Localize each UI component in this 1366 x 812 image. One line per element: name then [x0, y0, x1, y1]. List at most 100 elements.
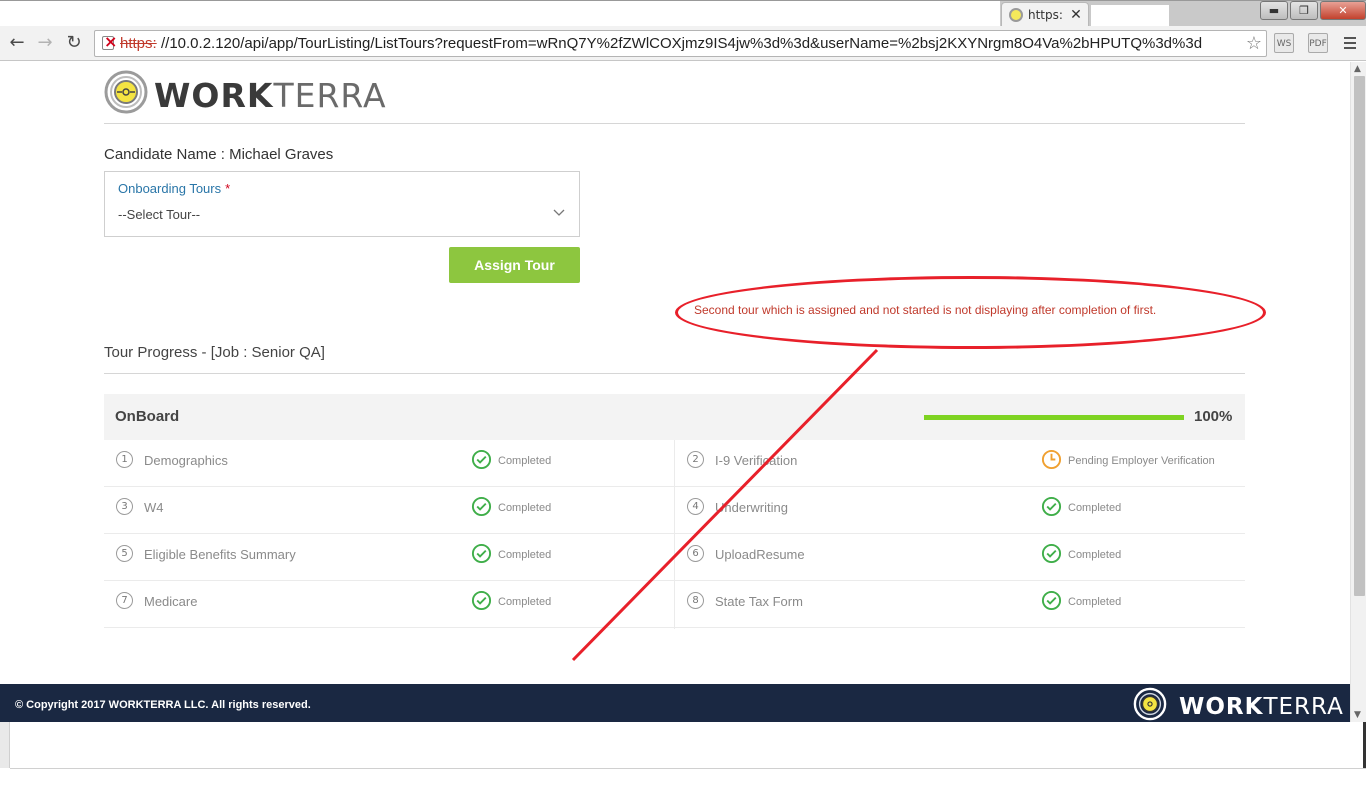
browser-menu-icon[interactable]	[1338, 31, 1362, 55]
tour-select-value[interactable]: --Select Tour--	[118, 207, 568, 227]
step-name[interactable]: Medicare	[144, 594, 197, 609]
menu-bar-line	[1344, 42, 1356, 44]
clock-icon	[1041, 449, 1062, 470]
chevron-down-icon[interactable]	[552, 205, 566, 219]
step-status: Completed	[498, 549, 552, 561]
copyright-text: © Copyright 2017 WORKTERRA LLC. All righ…	[15, 699, 311, 711]
page-scrollbar[interactable]: ▲ ▼	[1350, 62, 1366, 722]
tour-step-item[interactable]: 4 Underwriting Completed	[675, 487, 1245, 534]
step-name[interactable]: W4	[144, 500, 164, 515]
step-name[interactable]: State Tax Form	[715, 594, 803, 609]
workterra-wordmark: WORKTERRA	[154, 76, 387, 115]
workterra-logo-icon	[104, 70, 148, 114]
wordmark-terra: TERRA	[273, 76, 387, 115]
step-status: Completed	[498, 596, 552, 608]
bookmark-star-icon[interactable]: ☆	[1246, 32, 1262, 56]
step-number: 3	[116, 498, 133, 515]
step-number: 1	[116, 451, 133, 468]
step-status: Pending Employer Verification	[1068, 455, 1215, 467]
step-number: 6	[687, 545, 704, 562]
assign-tour-button[interactable]: Assign Tour	[449, 247, 580, 283]
tour-step-item[interactable]: 5 Eligible Benefits Summary Completed	[104, 534, 674, 581]
workterra-logo: WORKTERRA	[104, 70, 386, 116]
tour-progress-bar	[924, 415, 1184, 420]
page-content: WORKTERRA Candidate Name : Michael Grave…	[0, 62, 1350, 722]
step-name[interactable]: Eligible Benefits Summary	[144, 547, 296, 562]
onboarding-tours-select[interactable]: Onboarding Tours * --Select Tour--	[104, 171, 580, 237]
tab-close-icon[interactable]: ✕	[1069, 6, 1083, 22]
step-name[interactable]: Underwriting	[715, 500, 788, 515]
taskbar-remnant	[0, 722, 1366, 812]
browser-toolbar: ← → ↻ × https: //10.0.2.120/api/app/Tour…	[0, 26, 1366, 61]
reload-icon[interactable]: ↻	[62, 31, 86, 55]
footer-wordmark-terra: TERRA	[1263, 694, 1344, 720]
ws-extension-icon[interactable]: WS	[1274, 33, 1294, 53]
title-bar: https:/ ✕ ▬ ❐ ✕	[0, 0, 1366, 27]
tour-step-item[interactable]: 3 W4 Completed	[104, 487, 674, 534]
tour-step-item[interactable]: 2 I-9 Verification Pending Employer Verifi…	[675, 440, 1245, 487]
url-text[interactable]: //10.0.2.120/api/app/TourListing/ListTou…	[161, 35, 1241, 52]
progress-divider	[104, 373, 1245, 374]
scroll-up-arrow-icon[interactable]: ▲	[1354, 64, 1361, 74]
step-status: Completed	[1068, 596, 1122, 608]
step-number: 4	[687, 498, 704, 515]
maximize-button[interactable]: ❐	[1290, 1, 1318, 20]
tour-progress-title: Tour Progress - [Job : Senior QA]	[104, 344, 325, 361]
tour-step-item[interactable]: 1 Demographics Completed	[104, 440, 674, 487]
back-arrow-icon[interactable]: ←	[5, 31, 29, 55]
footer-wordmark: WORKTERRA	[1179, 694, 1344, 720]
step-status: Completed	[1068, 549, 1122, 561]
footer-wordmark-work: WORK	[1179, 694, 1264, 720]
check-circle-icon	[1041, 590, 1062, 611]
candidate-name: Candidate Name : Michael Graves	[104, 146, 334, 163]
step-number: 2	[687, 451, 704, 468]
window-controls: ▬ ❐ ✕	[1258, 1, 1366, 21]
tour-name: OnBoard	[115, 408, 180, 425]
forward-arrow-icon[interactable]: →	[33, 31, 57, 55]
close-window-button[interactable]: ✕	[1320, 1, 1366, 20]
check-circle-icon	[1041, 543, 1062, 564]
menu-bar-line	[1344, 37, 1356, 39]
tour-progress-fill	[924, 415, 1184, 420]
footer-logo-icon	[1133, 687, 1167, 721]
check-circle-icon	[471, 543, 492, 564]
tour-step-item[interactable]: 7 Medicare Completed	[104, 581, 674, 628]
check-circle-icon	[471, 496, 492, 517]
tour-step-item[interactable]: 8 State Tax Form Completed	[675, 581, 1245, 628]
scrollbar-thumb[interactable]	[1354, 76, 1365, 596]
minimize-button[interactable]: ▬	[1260, 1, 1288, 20]
step-number: 5	[116, 545, 133, 562]
step-number: 8	[687, 592, 704, 609]
onboarding-tours-label-text: Onboarding Tours	[118, 181, 222, 196]
tour-progress-percent: 100%	[1194, 408, 1233, 425]
annotation-text: Second tour which is assigned and not st…	[694, 303, 1157, 317]
step-name[interactable]: I-9 Verification	[715, 453, 797, 468]
tour-card: OnBoard 100% 1 Demographics Completed 2 I-9 …	[104, 394, 1245, 629]
new-tab-button[interactable]	[1090, 4, 1170, 27]
onboarding-tours-label: Onboarding Tours *	[118, 181, 230, 196]
pdf-extension-icon[interactable]: PDF	[1308, 33, 1328, 53]
header-divider	[104, 123, 1245, 124]
step-status: Completed	[498, 455, 552, 467]
tour-header[interactable]: OnBoard 100%	[104, 394, 1245, 440]
step-name[interactable]: Demographics	[144, 453, 228, 468]
address-bar[interactable]: × https: //10.0.2.120/api/app/TourListin…	[94, 30, 1267, 57]
tab-title: https:/	[1028, 8, 1062, 22]
tab-strip	[0, 1, 1000, 27]
left-edge	[0, 722, 10, 768]
step-status: Completed	[1068, 502, 1122, 514]
menu-bar-line	[1344, 47, 1356, 49]
tour-step-item[interactable]: 6 UploadResume Completed	[675, 534, 1245, 581]
check-circle-icon	[1041, 496, 1062, 517]
insecure-x-icon: ×	[104, 32, 118, 51]
url-scheme: https:	[120, 35, 157, 52]
footer-logo: WORKTERRA	[1133, 687, 1343, 721]
page-footer: © Copyright 2017 WORKTERRA LLC. All righ…	[0, 684, 1350, 722]
step-status: Completed	[498, 502, 552, 514]
required-mark: *	[225, 181, 231, 196]
check-circle-icon	[471, 449, 492, 470]
browser-window: https:/ ✕ ▬ ❐ ✕ ← → ↻ × https: //10.0.2.…	[0, 0, 1366, 812]
step-name[interactable]: UploadResume	[715, 547, 805, 562]
scroll-down-arrow-icon[interactable]: ▼	[1354, 710, 1361, 720]
browser-tab[interactable]: https:/ ✕	[1001, 2, 1089, 27]
